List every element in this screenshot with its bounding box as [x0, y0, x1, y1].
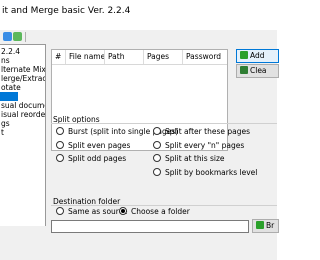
column-header-password[interactable]: Password — [183, 50, 226, 64]
nav-item-ns[interactable]: ns — [0, 56, 45, 65]
toolbar — [0, 30, 277, 44]
option-split-every-n-label: Split every "n" pages — [165, 141, 245, 150]
option-split-size-label: Split at this size — [165, 154, 225, 163]
nav-item-rotate[interactable]: otate — [0, 83, 45, 92]
option-choose-folder-label: Choose a folder — [131, 207, 190, 216]
clear-button[interactable]: Clea — [236, 64, 279, 78]
option-split-even-label: Split even pages — [68, 141, 131, 150]
toolbar-separator — [25, 32, 26, 42]
option-split-size[interactable]: Split at this size — [153, 154, 225, 164]
destination-divider — [51, 205, 277, 206]
radio-split-every-n[interactable] — [153, 141, 161, 149]
split-panel: # File name Path Pages Password Add Clea… — [46, 44, 279, 260]
nav-item-visual-document[interactable]: sual document — [0, 101, 45, 110]
option-choose-folder[interactable]: Choose a folder — [119, 207, 190, 217]
option-split-odd-label: Split odd pages — [68, 154, 127, 163]
open-icon[interactable] — [13, 32, 22, 41]
clear-button-label: Clea — [250, 66, 267, 75]
clear-icon — [240, 66, 248, 74]
option-split-bookmarks-label: Split by bookmarks level — [165, 168, 258, 177]
radio-split-bookmarks[interactable] — [153, 168, 161, 176]
radio-split-after[interactable] — [153, 127, 161, 135]
module-list[interactable]: 2.2.4 ns lternate Mix lerge/Extract otat… — [0, 44, 46, 227]
radio-split-odd[interactable] — [56, 154, 64, 162]
save-icon[interactable] — [3, 32, 12, 41]
browse-button-label: Br — [266, 221, 275, 230]
column-header-index[interactable]: # — [52, 50, 66, 64]
add-button-label: Add — [250, 51, 265, 60]
option-split-bookmarks[interactable]: Split by bookmarks level — [153, 168, 257, 178]
nav-item-split[interactable] — [0, 92, 18, 101]
radio-split-even[interactable] — [56, 141, 64, 149]
column-header-pages[interactable]: Pages — [144, 50, 183, 64]
column-header-file-name[interactable]: File name — [66, 50, 105, 64]
option-split-after[interactable]: Split after these pages — [153, 127, 250, 137]
option-split-odd[interactable]: Split odd pages — [56, 154, 126, 164]
option-split-every-n[interactable]: Split every "n" pages — [153, 141, 244, 151]
radio-same-as-source[interactable] — [56, 207, 64, 215]
option-split-even[interactable]: Split even pages — [56, 141, 130, 151]
nav-item-exit[interactable]: t — [0, 128, 45, 137]
option-same-as-source[interactable]: Same as source — [56, 207, 127, 217]
title-bar: it and Merge basic Ver. 2.2.4 — [0, 0, 277, 30]
nav-item-alternate-mix[interactable]: lternate Mix — [0, 65, 45, 74]
radio-split-size[interactable] — [153, 154, 161, 162]
nav-item-version[interactable]: 2.2.4 — [0, 47, 45, 56]
window-title: it and Merge basic Ver. 2.2.4 — [2, 6, 131, 16]
split-options-divider — [51, 123, 277, 124]
column-header-path[interactable]: Path — [105, 50, 144, 64]
destination-folder-field[interactable] — [51, 220, 249, 233]
folder-icon — [256, 221, 264, 229]
nav-item-settings[interactable]: gs — [0, 119, 45, 128]
radio-choose-folder[interactable] — [119, 207, 127, 215]
option-split-after-label: Split after these pages — [165, 127, 250, 136]
browse-button[interactable]: Br — [252, 219, 279, 233]
radio-burst[interactable] — [56, 127, 64, 135]
nav-item-visual-reorder[interactable]: isual reorder — [0, 110, 45, 119]
nav-item-merge-extract[interactable]: lerge/Extract — [0, 74, 45, 83]
table-header: # File name Path Pages Password — [52, 50, 227, 65]
status-area — [0, 226, 46, 260]
add-icon — [240, 51, 248, 59]
add-button[interactable]: Add — [236, 49, 279, 63]
